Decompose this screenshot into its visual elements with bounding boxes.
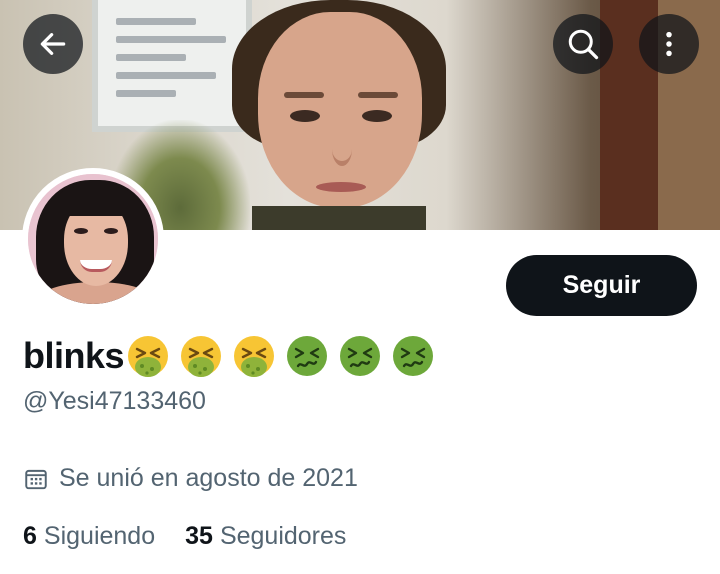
face-vomiting-icon — [181, 336, 222, 377]
profile-name-row: blinks — [23, 332, 444, 380]
followers-link[interactable]: 35 Seguidores — [185, 522, 346, 551]
joined-date-text: Se unió en agosto de 2021 — [59, 464, 358, 492]
search-button[interactable] — [553, 14, 613, 74]
followers-count: 35 — [185, 522, 213, 550]
search-icon — [568, 29, 599, 60]
following-label: Siguiendo — [43, 522, 156, 550]
follow-stats: 6 Siguiendo 35 Seguidores — [23, 522, 376, 551]
face-vomiting-icon — [234, 336, 275, 377]
profile-avatar[interactable] — [22, 168, 164, 310]
nauseated-face-icon — [340, 336, 381, 376]
calendar-icon — [25, 469, 47, 489]
banner-notice-board — [92, 0, 252, 132]
following-count: 6 — [23, 522, 37, 550]
face-vomiting-icon — [128, 336, 169, 377]
more-vertical-icon — [666, 31, 672, 57]
nauseated-face-icon — [393, 336, 434, 376]
name-emojis — [126, 334, 444, 378]
back-button[interactable] — [23, 14, 83, 74]
nauseated-face-icon — [287, 336, 328, 376]
follow-button[interactable]: Seguir — [506, 255, 697, 316]
banner-person — [232, 0, 446, 230]
display-name: blinks — [23, 335, 125, 376]
arrow-left-icon — [40, 33, 66, 55]
more-options-button[interactable] — [639, 14, 699, 74]
followers-label: Seguidores — [219, 522, 347, 550]
following-link[interactable]: 6 Siguiendo — [23, 522, 155, 551]
joined-date-row: Se unió en agosto de 2021 — [23, 464, 358, 493]
follow-button-label: Seguir — [562, 271, 641, 299]
profile-handle: @Yesi47133460 — [23, 387, 206, 415]
